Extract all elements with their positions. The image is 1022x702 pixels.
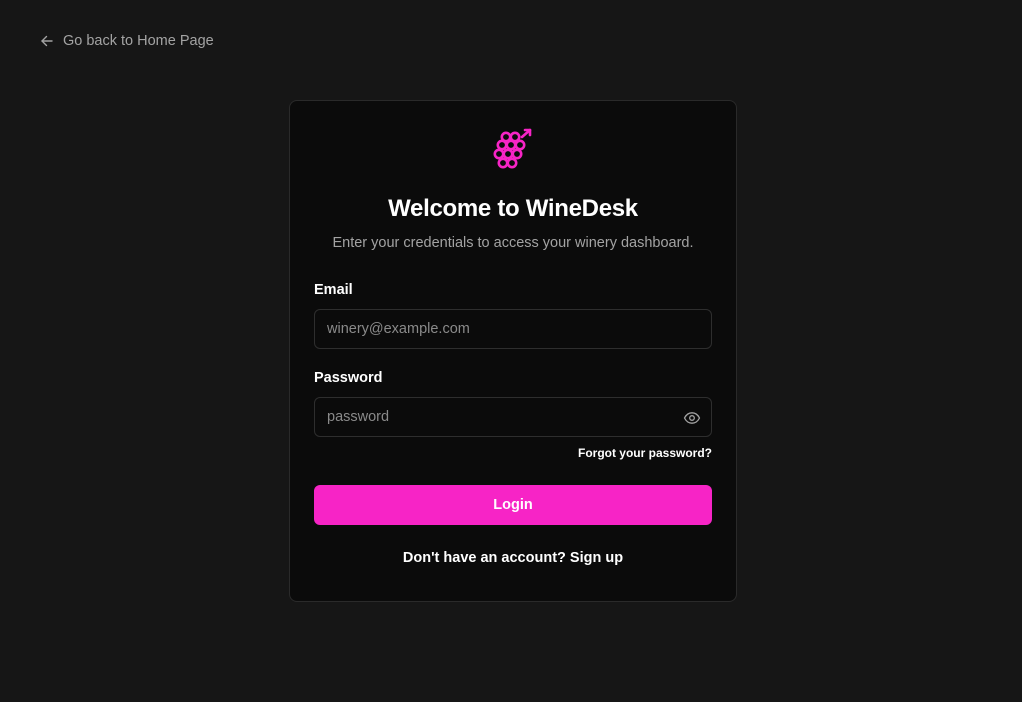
grapes-icon (490, 127, 536, 173)
arrow-left-icon (40, 34, 54, 48)
signup-row: Don't have an account? Sign up (290, 550, 736, 566)
password-field-wrapper (314, 397, 712, 437)
signup-prompt: Don't have an account? (402, 550, 570, 566)
login-card: Welcome to WineDesk Enter your credentia… (289, 100, 737, 602)
back-link-label: Go back to Home Page (63, 33, 214, 49)
password-field[interactable] (315, 398, 711, 436)
email-label: Email (314, 282, 353, 298)
eye-icon[interactable] (683, 409, 701, 427)
back-to-home-link[interactable]: Go back to Home Page (40, 31, 214, 51)
email-field-wrapper (314, 309, 712, 349)
forgot-password-link[interactable]: Forgot your password? (578, 446, 712, 460)
signup-link[interactable]: Sign up (570, 550, 623, 566)
password-label: Password (314, 370, 383, 386)
email-field[interactable] (315, 310, 711, 348)
login-button[interactable]: Login (314, 485, 712, 525)
page-title: Welcome to WineDesk (388, 195, 638, 222)
page-subtitle: Enter your credentials to access your wi… (332, 235, 694, 251)
